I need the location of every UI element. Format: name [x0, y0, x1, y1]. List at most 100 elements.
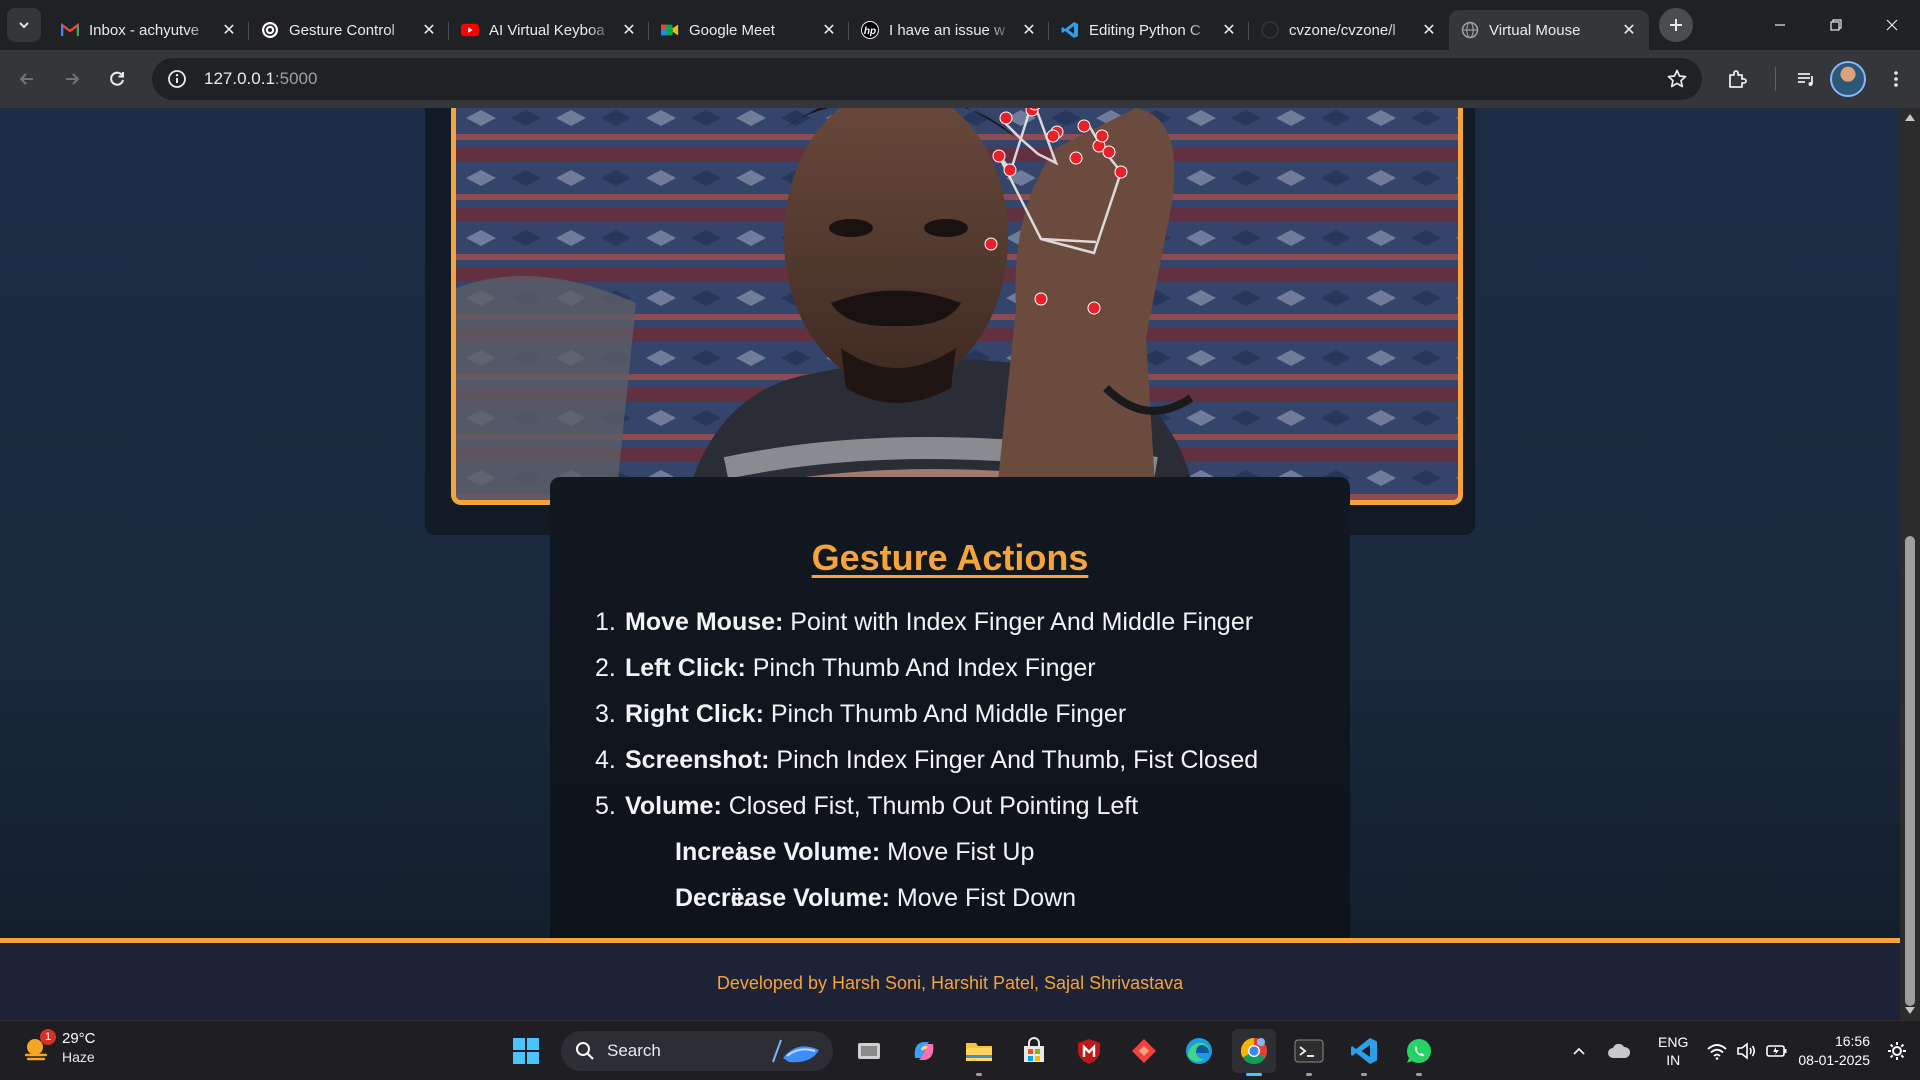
tab-cvzone-github[interactable]: cvzone/cvzone/l ✕ [1249, 10, 1449, 50]
tab-gesture-control[interactable]: Gesture Control ✕ [249, 10, 449, 50]
volume-button[interactable] [1734, 1029, 1760, 1073]
page-viewport: Gesture Actions 1. Move Mouse: Point with… [0, 108, 1900, 1020]
chrome-button[interactable] [1231, 1029, 1276, 1076]
close-icon[interactable]: ✕ [619, 20, 639, 40]
terminal-button[interactable] [1287, 1029, 1331, 1076]
forward-button[interactable] [54, 61, 90, 97]
copilot-button[interactable] [902, 1029, 946, 1073]
close-icon[interactable]: ✕ [819, 20, 839, 40]
tab-virtual-mouse[interactable]: Virtual Mouse ✕ [1449, 10, 1649, 50]
tab-hp-support[interactable]: hp I have an issue w ✕ [849, 10, 1049, 50]
minimize-button[interactable] [1752, 0, 1808, 50]
action-description: Closed Fist, Thumb Out Pointing Left [721, 792, 1139, 820]
scroll-up-icon[interactable] [1905, 114, 1915, 121]
weather-haze-icon: 1 [22, 1029, 56, 1063]
tab-search-button[interactable] [7, 8, 41, 42]
tab-title: Google Meet [689, 21, 775, 39]
webcam-feed [451, 108, 1463, 505]
close-icon[interactable]: ✕ [419, 20, 439, 40]
url-port: :5000 [274, 69, 318, 88]
tab-ai-virtual-keyboard[interactable]: AI Virtual Keyboa ✕ [449, 10, 649, 50]
back-button[interactable] [9, 61, 45, 97]
puzzle-icon [1729, 70, 1747, 88]
scrollbar-thumb[interactable] [1905, 536, 1915, 1006]
region-code: IN [1666, 1052, 1681, 1068]
shield-icon [1077, 1039, 1100, 1064]
weather-widget[interactable]: 1 29°C Haze [22, 1029, 96, 1067]
network-button[interactable] [1704, 1029, 1730, 1073]
taskbar-search[interactable]: Search [561, 1031, 833, 1071]
tab-vscode[interactable]: Editing Python C ✕ [1049, 10, 1249, 50]
store-icon [1023, 1037, 1044, 1062]
whatsapp-icon [1406, 1039, 1431, 1063]
close-icon[interactable]: ✕ [1619, 20, 1639, 40]
action-label: Right Click: [625, 700, 764, 728]
arrow-right-icon [66, 73, 80, 85]
chevron-down-icon [19, 22, 29, 29]
reload-button[interactable] [99, 61, 135, 97]
bookmark-star-icon[interactable] [1666, 68, 1688, 95]
page-footer: Developed by Harsh Soni, Harshit Patel, … [0, 938, 1900, 1020]
edge-icon [1185, 1038, 1212, 1064]
close-icon[interactable]: ✕ [219, 20, 239, 40]
avatar[interactable] [1830, 61, 1866, 97]
close-icon[interactable]: ✕ [1219, 20, 1239, 40]
speaker-icon [1737, 1042, 1756, 1060]
mcafee-button[interactable] [1067, 1029, 1111, 1073]
file-explorer-button[interactable] [957, 1029, 1001, 1076]
browser-menu-button[interactable] [1878, 61, 1914, 97]
battery-button[interactable] [1764, 1029, 1790, 1073]
globe-icon [1461, 21, 1479, 39]
scroll-down-icon[interactable] [1905, 1007, 1915, 1014]
task-view-button[interactable] [847, 1029, 891, 1073]
close-icon[interactable]: ✕ [1419, 20, 1439, 40]
restore-button[interactable] [1808, 0, 1864, 50]
list-number: 3. [595, 700, 616, 728]
list-item: 2. Left Click: Pinch Thumb And Index Fing… [595, 645, 1258, 691]
gmail-icon [61, 21, 79, 39]
gesture-list: 1. Move Mouse: Point with Index Finger An… [595, 599, 1258, 921]
weather-badge: 1 [40, 1029, 56, 1045]
tab-google-meet[interactable]: Google Meet ✕ [649, 10, 849, 50]
close-icon[interactable]: ✕ [1019, 20, 1039, 40]
list-number: i. [736, 838, 750, 866]
show-hidden-icons-button[interactable] [1564, 1029, 1594, 1073]
microsoft-store-button[interactable] [1012, 1029, 1056, 1073]
anydesk-button[interactable] [1122, 1029, 1166, 1073]
tab-title: Editing Python C [1089, 21, 1201, 39]
system-clock[interactable]: 16:56 08-01-2025 [1798, 1032, 1870, 1070]
footer-credits: Developed by Harsh Soni, Harshit Patel, … [716, 973, 1184, 993]
start-button[interactable] [504, 1029, 548, 1073]
tab-title: I have an issue w [889, 21, 1005, 39]
tab-strip: Inbox - achyutve ✕ Gesture Control ✕ AI … [0, 0, 1920, 50]
toolbar-actions [1719, 50, 1920, 108]
tab-gmail[interactable]: Inbox - achyutve ✕ [49, 10, 249, 50]
list-item: 1. Move Mouse: Point with Index Finger An… [595, 599, 1258, 645]
sub-list-item: ii. Decrease Volume: Move Fist Down [595, 875, 1258, 921]
address-bar[interactable]: 127.0.0.1:5000 [152, 58, 1702, 100]
whatsapp-button[interactable] [1397, 1029, 1441, 1076]
svg-text:hp: hp [864, 26, 876, 37]
gesture-actions-heading: Gesture Actions [811, 537, 1089, 578]
more-vert-icon [1894, 71, 1898, 87]
notifications-button[interactable] [1884, 1029, 1910, 1073]
list-item: 5. Volume: Closed Fist, Thumb Out Pointin… [595, 783, 1258, 829]
battery-charging-icon [1766, 1045, 1787, 1057]
onedrive-button[interactable] [1602, 1029, 1636, 1073]
input-language[interactable]: ENG IN [1658, 1033, 1688, 1069]
action-label: Left Click: [625, 654, 746, 682]
action-description: Move Fist Down [889, 884, 1077, 912]
search-label: Search [607, 1041, 661, 1060]
arrow-left-icon [19, 73, 33, 85]
media-controls-button[interactable] [1788, 61, 1824, 97]
new-tab-button[interactable] [1659, 8, 1693, 42]
action-description: Move Fist Up [880, 838, 1035, 866]
tab-list: Inbox - achyutve ✕ Gesture Control ✕ AI … [49, 0, 1649, 50]
system-tray: ENG IN 16:56 08-01-2025 [1560, 1021, 1920, 1080]
site-info-icon[interactable] [166, 68, 188, 90]
edge-button[interactable] [1177, 1029, 1221, 1073]
close-window-button[interactable] [1864, 0, 1920, 50]
extensions-button[interactable] [1719, 61, 1755, 97]
vscode-button[interactable] [1342, 1029, 1386, 1076]
page-scrollbar[interactable] [1900, 108, 1920, 1020]
